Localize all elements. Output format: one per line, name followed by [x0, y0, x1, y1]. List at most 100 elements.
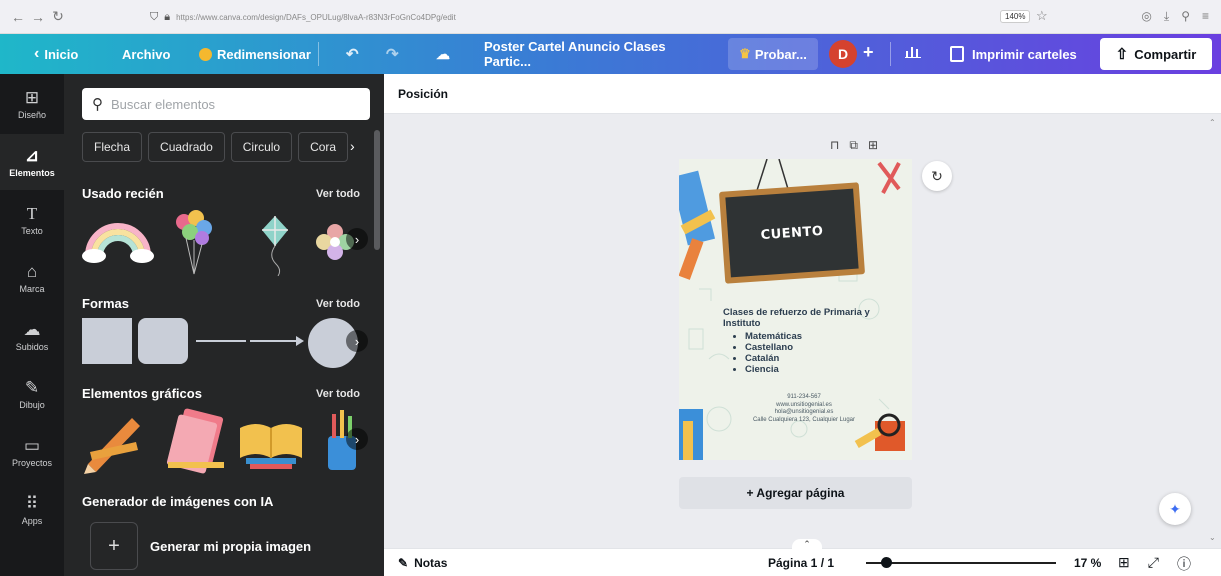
folder-icon: ▭	[23, 435, 41, 455]
crown-icon: ♛	[739, 46, 751, 61]
chip-cuadrado[interactable]: Cuadrado	[148, 132, 225, 162]
recent-see-all-link[interactable]: Ver todo	[316, 188, 360, 200]
try-pro-button[interactable]: ♛ Probar...	[728, 38, 818, 70]
shapes-icon: ⊿	[24, 145, 40, 165]
zoom-slider[interactable]	[866, 562, 1056, 564]
menu-icon[interactable]: ≡	[1202, 9, 1209, 24]
add-page-button[interactable]: + Agregar página	[679, 477, 912, 509]
rounded-square-shape[interactable]	[138, 318, 188, 364]
chalkboard[interactable]: CUENTO	[718, 182, 866, 284]
chevron-right-icon[interactable]: ›	[346, 428, 368, 450]
lock-icon: 🔒︎	[164, 10, 171, 23]
page-tools: ⊓ ⧉ ⊞	[830, 138, 878, 153]
chevron-down-icon: ⌄	[1209, 533, 1216, 542]
chevron-up-icon[interactable]: ⌃	[792, 539, 822, 551]
search-icon: ⚲	[92, 96, 103, 113]
canvas-scrollbar[interactable]: ⌃ ⌄	[1205, 114, 1221, 548]
rail-item-design[interactable]: ⊞ Diseño	[0, 76, 64, 132]
pocket-icon[interactable]: ◎	[1141, 9, 1151, 24]
poster-page[interactable]: CUENTO Clases de refuerzo de Primaria y …	[679, 159, 912, 460]
help-icon[interactable]: ⓘ	[1177, 554, 1191, 574]
print-posters-button[interactable]: Imprimir carteles	[944, 38, 1094, 70]
redo-icon[interactable]: ↷	[386, 45, 399, 63]
contact-email: hola@unsitiogenial.es	[774, 409, 834, 415]
forward-icon[interactable]: →	[28, 9, 48, 25]
panel-scrollbar-thumb[interactable]	[374, 130, 380, 250]
insights-chart-icon[interactable]	[905, 44, 921, 61]
position-button[interactable]: Posición	[398, 87, 448, 101]
notes-button[interactable]: ✎ Notas	[398, 556, 447, 570]
download-icon[interactable]: ⤓	[1164, 9, 1169, 24]
chip-circulo[interactable]: Circulo	[230, 132, 293, 162]
resize-button[interactable]: Redimensionar	[199, 47, 311, 62]
duplicate-page-icon[interactable]: ⧉	[849, 138, 858, 153]
zoom-percentage[interactable]: 17 %	[1074, 556, 1101, 570]
grid-view-icon[interactable]: ⊞	[1118, 554, 1130, 574]
add-page-icon[interactable]: ⊞	[868, 138, 878, 153]
share-button[interactable]: ⇧ Compartir	[1100, 38, 1212, 70]
page-indicator[interactable]: Página 1 / 1	[768, 556, 834, 570]
kite-graphic[interactable]	[258, 214, 292, 276]
zoom-slider-knob[interactable]	[881, 557, 892, 568]
contact-web: www.unsitiogenial.es	[776, 401, 832, 408]
rotate-refresh-button[interactable]: ↻	[922, 161, 952, 191]
rail-item-uploads[interactable]: ☁ Subidos	[0, 308, 64, 364]
chalkboard-title: CUENTO	[760, 223, 824, 243]
add-collaborator-icon[interactable]: +	[863, 42, 874, 63]
brand-icon: ⌂	[26, 261, 38, 281]
chevron-right-icon[interactable]: ›	[346, 228, 368, 250]
document-title[interactable]: Poster Cartel Anuncio Clases Partic...	[474, 38, 726, 70]
graphics-section-title: Elementos gráficos	[82, 386, 202, 401]
file-menu-button[interactable]: Archivo	[122, 47, 170, 62]
rail-item-apps[interactable]: ⠿ Apps	[0, 482, 64, 538]
search-box[interactable]: ⚲	[82, 88, 370, 120]
elements-panel: ⚲ Flecha Cuadrado Circulo Cora › Usado r…	[64, 74, 384, 576]
shapes-see-all-link[interactable]: Ver todo	[316, 298, 360, 310]
back-icon[interactable]: ←	[8, 9, 28, 25]
graphics-see-all-link[interactable]: Ver todo	[316, 388, 360, 400]
arrow-shape[interactable]	[250, 333, 304, 349]
refresh-icon: ↻	[931, 167, 943, 184]
ai-generator-title: Generador de imágenes con IA	[82, 494, 274, 509]
rail-item-elements[interactable]: ⊿ Elementos	[0, 134, 64, 190]
plus-icon: +	[108, 534, 120, 557]
rainbow-graphic[interactable]	[80, 220, 156, 264]
view-controls: ⊞ ⤢ ⓘ	[1118, 554, 1191, 574]
poster-heading[interactable]: Clases de refuerzo de Primaria y Institu…	[723, 307, 883, 329]
home-button[interactable]: ‹ Inicio	[34, 45, 78, 63]
chalkboard-surface: CUENTO	[725, 188, 859, 278]
balloons-graphic[interactable]	[172, 208, 216, 276]
subjects-list[interactable]: Matemáticas Castellano Catalán Ciencia	[735, 331, 802, 375]
subject-item: Catalán	[745, 353, 802, 364]
magic-assistant-button[interactable]: ✦	[1159, 493, 1191, 525]
avatar[interactable]: D	[829, 40, 857, 68]
fullscreen-icon[interactable]: ⤢	[1148, 554, 1159, 574]
contact-block[interactable]: 911-234-567 www.unsitiogenial.es hola@un…	[709, 394, 899, 424]
ai-generate-label[interactable]: Generar mi propia imagen	[150, 539, 311, 554]
url-bar[interactable]: ⛉ 🔒︎ https://www.canva.com/design/DAFs_O…	[150, 6, 1010, 28]
crown-icon	[199, 47, 212, 61]
line-shape[interactable]	[196, 340, 246, 342]
square-shape[interactable]	[82, 318, 132, 364]
rail-item-text[interactable]: T Texto	[0, 192, 64, 248]
ai-generate-plus-button[interactable]: +	[90, 522, 138, 570]
chip-corazon[interactable]: Cora	[298, 132, 349, 162]
lock-icon[interactable]: ⊓	[830, 138, 839, 153]
undo-icon[interactable]: ↶	[346, 45, 359, 63]
extensions-icon[interactable]: ⚲	[1181, 9, 1190, 24]
text-icon: T	[26, 203, 38, 223]
bookmark-star-icon[interactable]: ☆	[1036, 8, 1048, 24]
notebooks-graphic[interactable]	[164, 408, 230, 474]
search-input[interactable]	[111, 96, 351, 112]
chevron-right-icon[interactable]: ›	[346, 330, 368, 352]
rail-item-draw[interactable]: ✎ Dibujo	[0, 366, 64, 422]
cloud-saved-icon[interactable]: ☁	[436, 46, 450, 63]
chevron-right-icon[interactable]: ›	[350, 138, 355, 154]
rail-item-projects[interactable]: ▭ Proyectos	[0, 424, 64, 480]
rail-item-brand[interactable]: ⌂ Marca	[0, 250, 64, 306]
open-book-graphic[interactable]	[236, 414, 306, 470]
chip-flecha[interactable]: Flecha	[82, 132, 143, 162]
reload-icon[interactable]: ↻	[48, 8, 68, 25]
pencils-graphic[interactable]	[80, 408, 152, 474]
zoom-badge[interactable]: 140%	[1000, 10, 1031, 23]
